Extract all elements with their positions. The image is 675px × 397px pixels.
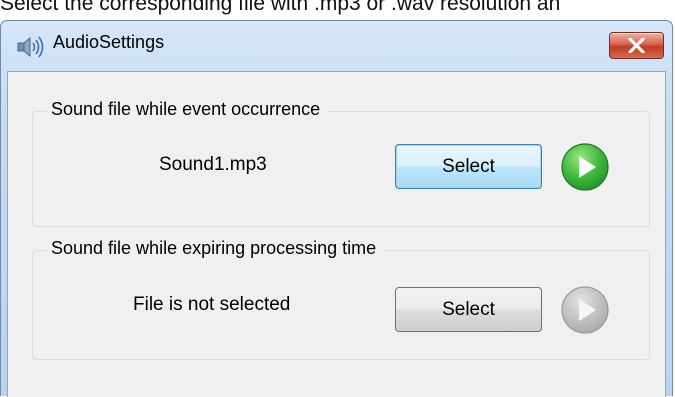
speaker-icon [17,36,44,58]
select-button[interactable]: Select [395,144,542,189]
close-icon [628,38,645,53]
title-bar[interactable]: AudioSettings [1,21,672,71]
select-button[interactable]: Select [395,287,542,332]
selected-file-label: Sound1.mp3 [159,154,267,175]
group-legend: Sound file while event occurrence [47,99,328,120]
expire-sound-group: Sound file while expiring processing tim… [32,238,650,360]
close-button[interactable] [609,32,664,59]
event-sound-group: Sound file while event occurrence Sound1… [32,99,650,227]
play-icon[interactable] [560,142,610,192]
instruction-caption: Select the corresponding file with .mp3 … [0,0,561,15]
selected-file-label: File is not selected [133,294,291,315]
window-title: AudioSettings [53,32,165,52]
group-legend: Sound file while expiring processing tim… [47,238,384,259]
play-icon[interactable] [560,285,610,335]
